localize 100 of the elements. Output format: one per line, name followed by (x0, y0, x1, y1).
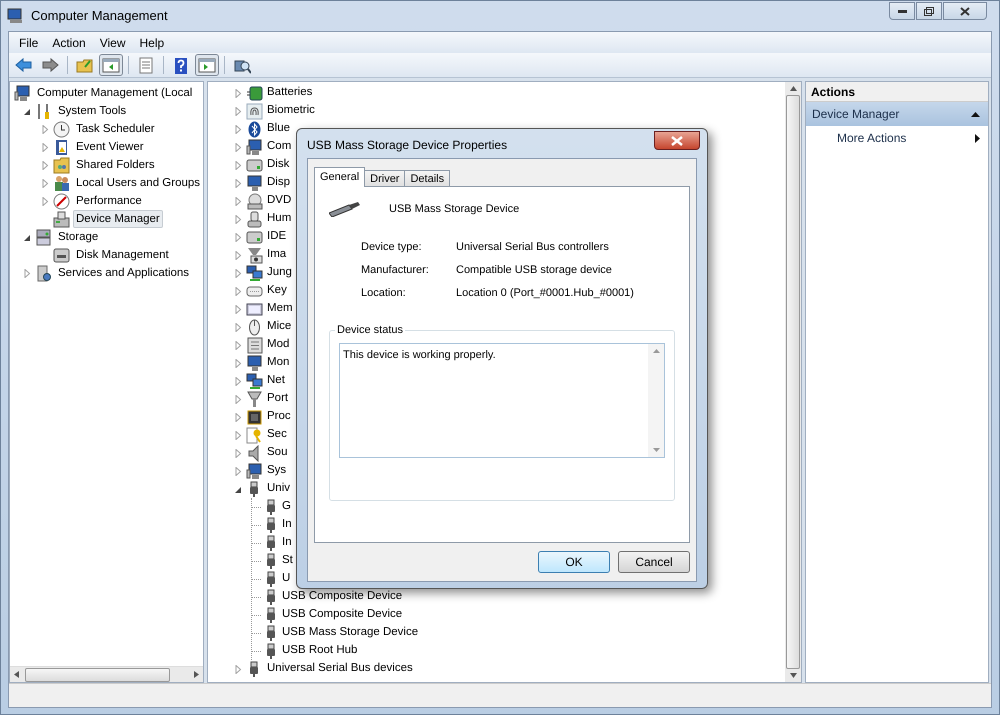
scroll-down-icon[interactable] (652, 448, 660, 452)
device-category[interactable]: Universal Serial Bus devices (266, 660, 413, 678)
tree-item[interactable]: Storage (55, 228, 102, 246)
close-button[interactable] (943, 2, 987, 20)
tree-item[interactable]: Shared Folders (73, 156, 158, 174)
device-category[interactable]: Mod (266, 336, 290, 354)
vertical-scrollbar[interactable] (785, 82, 801, 682)
device-item[interactable]: USB Composite Device (282, 606, 402, 624)
expand-arrow-icon[interactable] (233, 214, 243, 224)
expand-arrow-icon[interactable] (233, 412, 243, 422)
expand-arrow-icon[interactable] (233, 232, 243, 242)
tab[interactable]: Driver (364, 170, 406, 187)
device-category[interactable]: Disp (266, 174, 290, 192)
actions-section-header[interactable]: Device Manager (806, 102, 988, 126)
device-category[interactable]: Net (266, 372, 285, 390)
expand-arrow-icon[interactable] (22, 268, 32, 278)
expand-arrow-icon[interactable] (233, 466, 243, 476)
expand-arrow-icon[interactable] (40, 196, 50, 206)
expand-arrow-icon[interactable] (233, 142, 243, 152)
ok-button[interactable]: OK (538, 551, 610, 573)
device-category[interactable]: Blue (266, 120, 290, 138)
menu-item[interactable]: Help (132, 33, 172, 52)
device-category[interactable]: Disk (266, 156, 290, 174)
expand-arrow-icon[interactable] (233, 430, 243, 440)
collapse-arrow-icon[interactable] (22, 108, 32, 114)
expand-arrow-icon[interactable] (233, 340, 243, 350)
menu-item[interactable]: Action (45, 33, 93, 52)
menu-item[interactable]: View (92, 33, 132, 52)
device-category[interactable]: Biometric (266, 102, 315, 120)
device-category[interactable]: Sys (266, 462, 286, 480)
toolbar-button[interactable] (99, 54, 123, 76)
device-category[interactable]: Mice (266, 318, 292, 336)
maximize-button[interactable] (916, 2, 942, 20)
tree-item[interactable]: System Tools (55, 102, 130, 120)
expand-arrow-icon[interactable] (40, 142, 50, 152)
expand-arrow-icon[interactable] (233, 286, 243, 296)
device-category[interactable]: Jung (266, 264, 292, 282)
scroll-up-icon[interactable] (790, 86, 796, 91)
tree-item[interactable]: Computer Management (Local (34, 84, 196, 102)
tree-item[interactable]: Local Users and Groups (73, 174, 203, 192)
device-category[interactable]: Mon (266, 354, 290, 372)
scrollbar-thumb[interactable] (786, 95, 800, 669)
device-category[interactable]: Key (266, 282, 287, 300)
collapse-icon[interactable] (971, 112, 980, 116)
expand-arrow-icon[interactable] (233, 664, 243, 674)
collapse-arrow-icon[interactable] (233, 486, 243, 492)
expand-arrow-icon[interactable] (233, 124, 243, 134)
expand-arrow-icon[interactable] (233, 106, 243, 116)
device-category[interactable]: Mem (266, 300, 293, 318)
device-category[interactable]: Com (266, 138, 292, 156)
tab[interactable]: Details (404, 170, 450, 187)
scroll-up-icon[interactable] (652, 348, 660, 352)
expand-arrow-icon[interactable] (233, 250, 243, 260)
close-button[interactable] (654, 131, 700, 150)
submenu-arrow-icon[interactable] (975, 134, 980, 142)
device-item[interactable]: In (282, 534, 292, 552)
expand-arrow-icon[interactable] (233, 160, 243, 170)
expand-arrow-icon[interactable] (233, 196, 243, 206)
device-category[interactable]: Ima (266, 246, 286, 264)
device-item[interactable]: U (282, 570, 290, 588)
device-category[interactable]: Sec (266, 426, 287, 444)
tree-item[interactable]: Task Scheduler (73, 120, 158, 138)
device-item[interactable]: In (282, 516, 292, 534)
expand-arrow-icon[interactable] (233, 88, 243, 98)
expand-arrow-icon[interactable] (233, 376, 243, 386)
device-category[interactable]: IDE (266, 228, 286, 246)
tree-item[interactable]: Device Manager (73, 210, 163, 228)
device-category[interactable]: Proc (266, 408, 291, 426)
scroll-right-icon[interactable] (194, 671, 199, 678)
tree-item[interactable]: Performance (73, 192, 145, 210)
expand-arrow-icon[interactable] (233, 304, 243, 314)
cancel-button[interactable]: Cancel (618, 551, 690, 573)
tree-item[interactable]: Services and Applications (55, 264, 192, 282)
expand-arrow-icon[interactable] (233, 394, 243, 404)
tab[interactable]: General (314, 167, 366, 187)
action-link[interactable]: More Actions (837, 129, 906, 147)
device-item[interactable]: St (282, 552, 293, 570)
expand-arrow-icon[interactable] (233, 448, 243, 458)
scrollbar-thumb[interactable] (25, 668, 170, 682)
device-category[interactable]: Univ (266, 480, 290, 498)
scroll-left-icon[interactable] (14, 671, 19, 678)
menu-item[interactable]: File (12, 33, 46, 52)
expand-arrow-icon[interactable] (233, 178, 243, 188)
scroll-down-icon[interactable] (790, 673, 796, 678)
tree-item[interactable]: Event Viewer (73, 138, 147, 156)
device-item[interactable]: G (282, 498, 291, 516)
device-category[interactable]: DVD (266, 192, 292, 210)
device-category[interactable]: Port (266, 390, 288, 408)
horizontal-scrollbar[interactable] (10, 666, 203, 682)
device-category[interactable]: Sou (266, 444, 288, 462)
vertical-scrollbar[interactable] (648, 344, 664, 456)
collapse-arrow-icon[interactable] (22, 234, 32, 240)
toolbar-button[interactable] (195, 54, 219, 76)
expand-arrow-icon[interactable] (40, 124, 50, 134)
expand-arrow-icon[interactable] (233, 322, 243, 332)
expand-arrow-icon[interactable] (40, 178, 50, 188)
expand-arrow-icon[interactable] (40, 160, 50, 170)
device-category[interactable]: Hum (266, 210, 292, 228)
expand-arrow-icon[interactable] (233, 268, 243, 278)
tree-item[interactable]: Disk Management (73, 246, 172, 264)
